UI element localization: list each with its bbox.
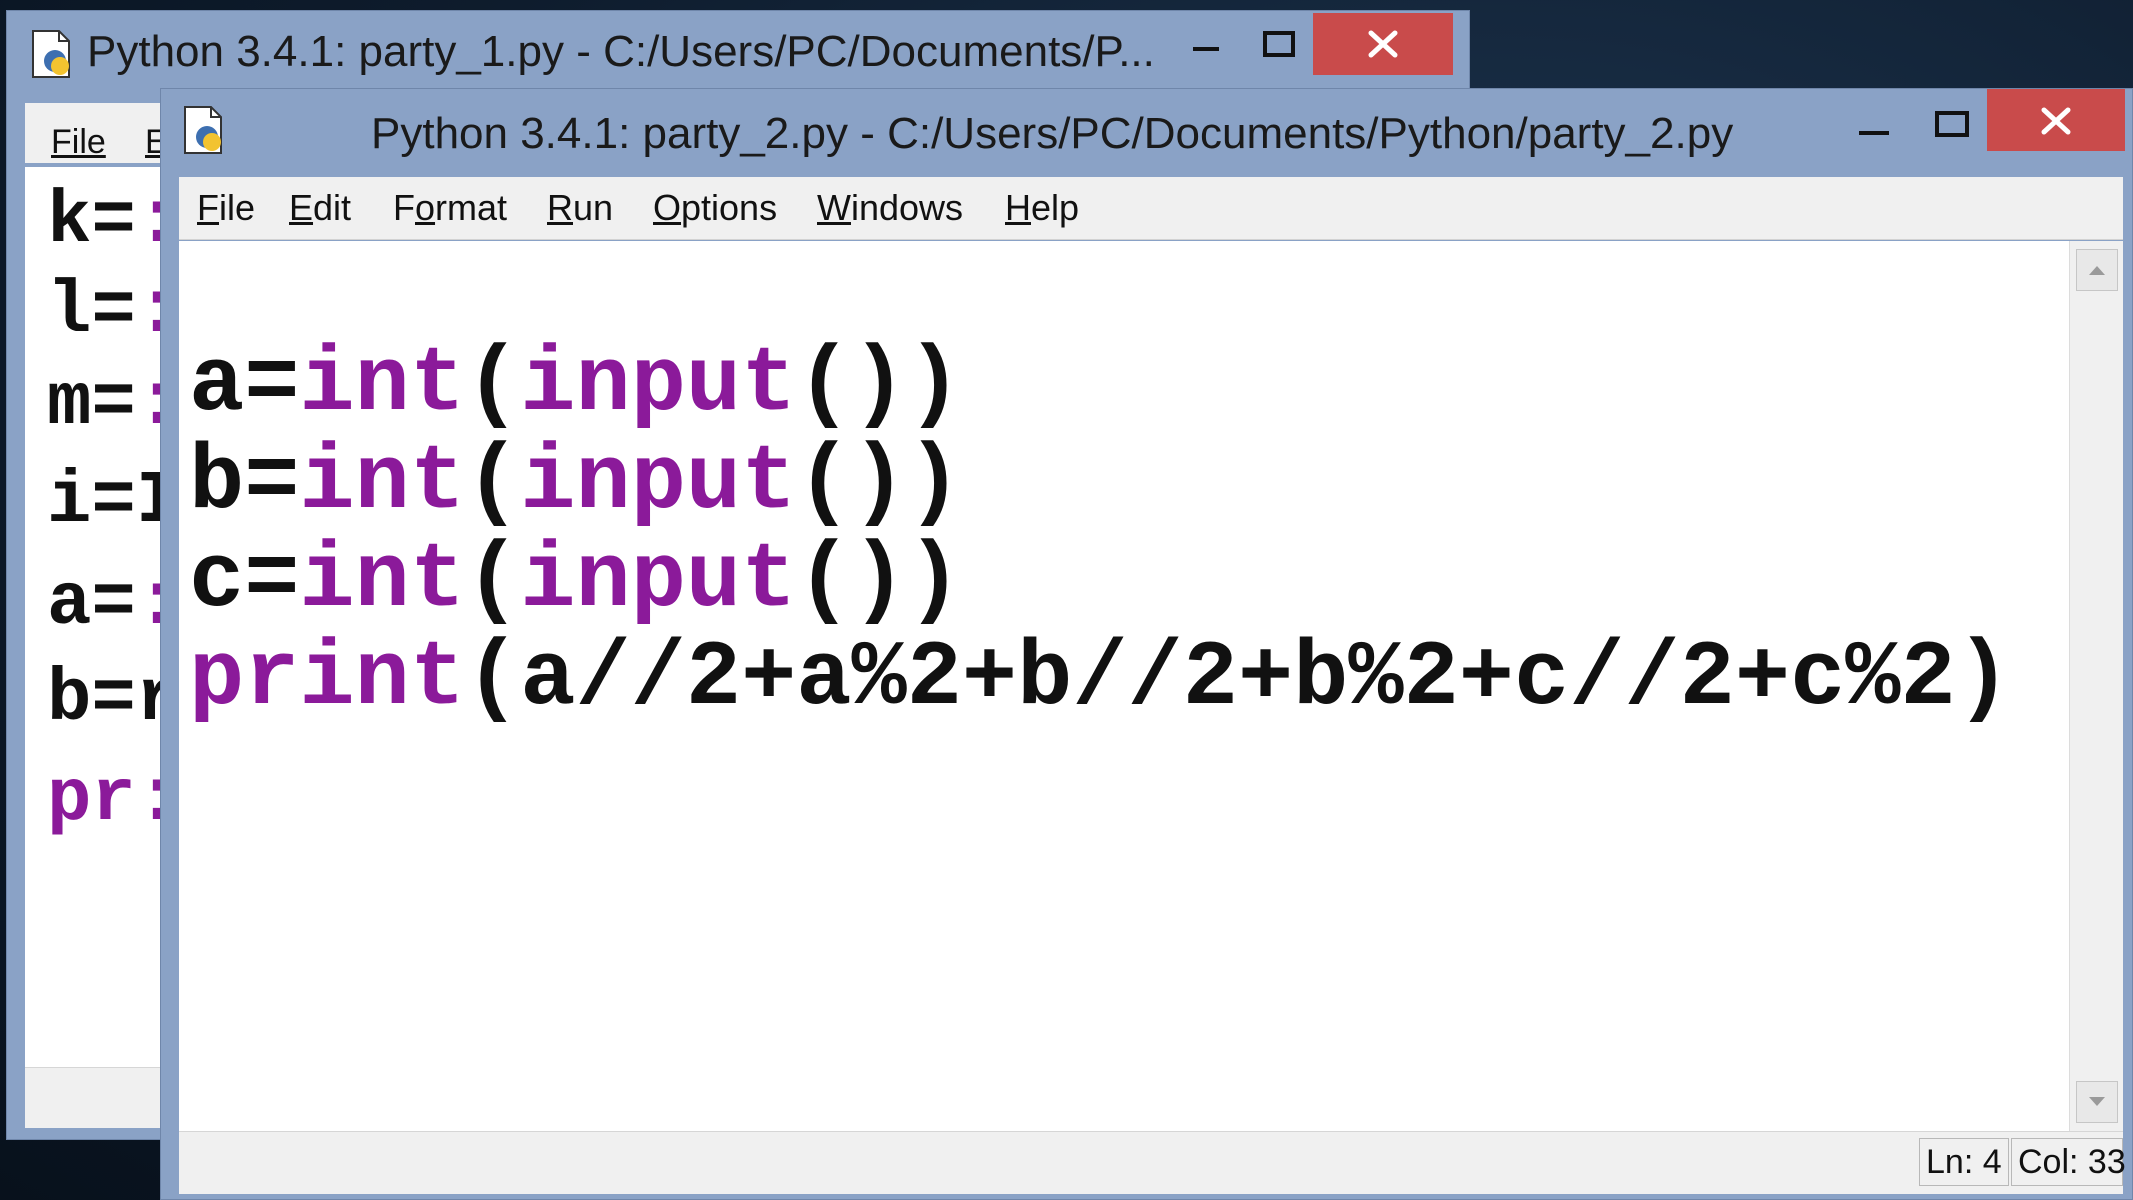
minimize-icon[interactable] xyxy=(1841,97,1907,157)
menu-run[interactable]: Run xyxy=(547,187,613,229)
arrow-up-icon xyxy=(2089,266,2105,275)
idle-file-icon xyxy=(184,106,222,154)
close-icon xyxy=(2041,107,2071,135)
vertical-scrollbar[interactable] xyxy=(2069,241,2123,1131)
menu-file[interactable]: File xyxy=(197,187,255,229)
front-editor-window[interactable]: Python 3.4.1: party_2.py - C:/Users/PC/D… xyxy=(160,88,2133,1200)
menu-format[interactable]: Format xyxy=(393,187,507,229)
close-button[interactable] xyxy=(1987,89,2125,151)
arrow-down-icon xyxy=(2089,1097,2105,1106)
minimize-icon[interactable] xyxy=(1173,19,1239,79)
menu-options[interactable]: Options xyxy=(653,187,777,229)
front-window-title: Python 3.4.1: party_2.py - C:/Users/PC/D… xyxy=(371,109,1734,158)
back-window-titlebar[interactable]: Python 3.4.1: party_1.py - C:/Users/PC/D… xyxy=(7,11,1469,87)
code-line-1: a=int(input()) xyxy=(189,332,962,437)
close-button[interactable] xyxy=(1313,13,1453,75)
maximize-icon[interactable] xyxy=(1919,97,1985,157)
menu-help[interactable]: Help xyxy=(1005,187,1079,229)
back-window-title: Python 3.4.1: party_1.py - C:/Users/PC/D… xyxy=(87,27,1155,76)
statusbar: Ln: 4 Col: 33 xyxy=(179,1131,2126,1194)
status-column-number: Col: 33 xyxy=(2011,1138,2126,1186)
code-line-3: c=int(input()) xyxy=(189,528,962,633)
idle-file-icon xyxy=(32,30,70,78)
menu-edit[interactable]: Edit xyxy=(289,187,351,229)
close-icon xyxy=(1368,30,1398,58)
maximize-icon[interactable] xyxy=(1247,19,1313,79)
code-line-4: print(a//2+a%2+b//2+b%2+c//2+c%2) xyxy=(189,626,2011,731)
menu-windows[interactable]: Windows xyxy=(817,187,963,229)
front-window-menubar: File Edit Format Run Options Windows Hel… xyxy=(179,177,2123,240)
code-editor[interactable]: a=int(input()) b=int(input()) c=int(inpu… xyxy=(179,241,2069,1131)
scroll-up-button[interactable] xyxy=(2076,249,2118,291)
scroll-down-button[interactable] xyxy=(2076,1081,2118,1123)
code-line-2: b=int(input()) xyxy=(189,430,962,535)
status-line-number: Ln: 4 xyxy=(1919,1138,2009,1186)
